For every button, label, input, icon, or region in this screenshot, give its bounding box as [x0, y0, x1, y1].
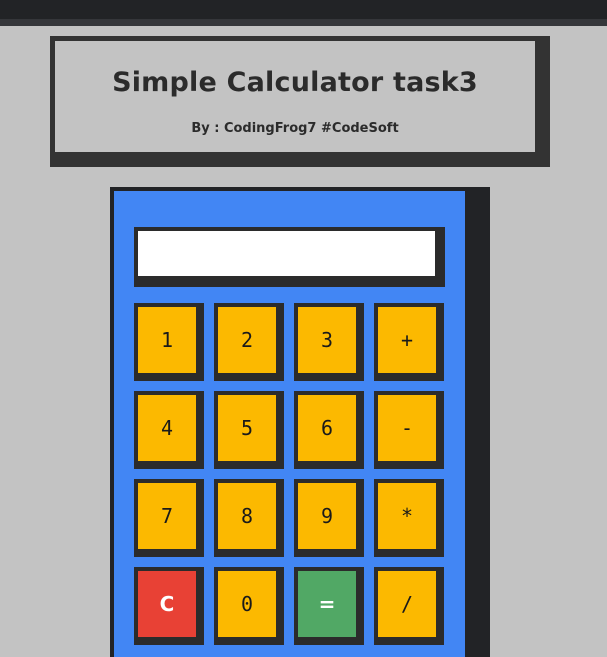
calculator-display[interactable]	[138, 231, 435, 276]
key-divide-label: /	[378, 571, 436, 637]
key-equals-label: =	[298, 571, 356, 637]
key-minus[interactable]: -	[374, 391, 444, 469]
key-4-label: 4	[138, 395, 196, 461]
key-2[interactable]: 2	[214, 303, 284, 381]
header-card: Simple Calculator task3 By : CodingFrog7…	[50, 36, 550, 167]
browser-top-bar-edge	[0, 19, 607, 26]
key-1[interactable]: 1	[134, 303, 204, 381]
key-9-label: 9	[298, 483, 356, 549]
key-0-label: 0	[218, 571, 276, 637]
key-5[interactable]: 5	[214, 391, 284, 469]
display-frame	[134, 227, 445, 287]
key-6-label: 6	[298, 395, 356, 461]
key-7[interactable]: 7	[134, 479, 204, 557]
key-7-label: 7	[138, 483, 196, 549]
key-multiply-label: *	[378, 483, 436, 549]
key-8-label: 8	[218, 483, 276, 549]
key-multiply[interactable]: *	[374, 479, 444, 557]
key-3[interactable]: 3	[294, 303, 364, 381]
header-inner: Simple Calculator task3 By : CodingFrog7…	[55, 41, 535, 152]
key-2-label: 2	[218, 307, 276, 373]
key-8[interactable]: 8	[214, 479, 284, 557]
key-divide[interactable]: /	[374, 567, 444, 645]
key-3-label: 3	[298, 307, 356, 373]
key-0[interactable]: 0	[214, 567, 284, 645]
key-1-label: 1	[138, 307, 196, 373]
key-plus-label: +	[378, 307, 436, 373]
page-title: Simple Calculator task3	[112, 67, 478, 98]
key-9[interactable]: 9	[294, 479, 364, 557]
key-plus[interactable]: +	[374, 303, 444, 381]
key-equals[interactable]: =	[294, 567, 364, 645]
browser-top-bar	[0, 0, 607, 26]
key-clear[interactable]: C	[134, 567, 204, 645]
key-minus-label: -	[378, 395, 436, 461]
key-5-label: 5	[218, 395, 276, 461]
key-6[interactable]: 6	[294, 391, 364, 469]
key-clear-label: C	[138, 571, 196, 637]
key-4[interactable]: 4	[134, 391, 204, 469]
page-subtitle: By : CodingFrog7 #CodeSoft	[191, 121, 399, 136]
